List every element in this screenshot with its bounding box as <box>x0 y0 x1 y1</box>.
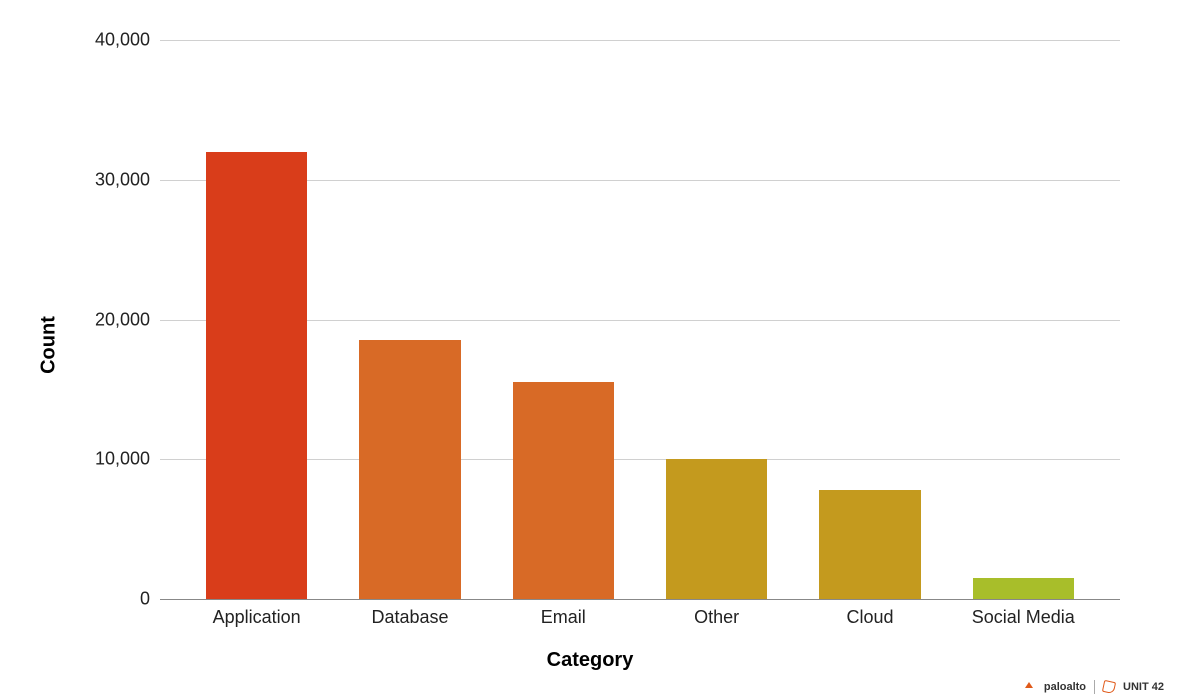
bar-slot: Application <box>180 40 333 599</box>
bar <box>359 340 460 599</box>
x-axis-label: Category <box>547 649 634 672</box>
bar-slot: Social Media <box>947 40 1100 599</box>
bar-slot: Other <box>640 40 793 599</box>
bar <box>206 152 307 599</box>
bar <box>513 382 614 599</box>
y-axis-label: Count <box>37 316 60 374</box>
y-tick-label: 20,000 <box>95 309 160 330</box>
bar-slot: Email <box>487 40 640 599</box>
chart-container: Count ApplicationDatabaseEmailOtherCloud… <box>40 20 1140 670</box>
category-label: Database <box>371 607 448 628</box>
separator-icon <box>1094 680 1095 694</box>
bar <box>819 490 920 599</box>
bars-group: ApplicationDatabaseEmailOtherCloudSocial… <box>160 40 1120 599</box>
category-label: Other <box>694 607 739 628</box>
footer-branding: paloalto UNIT 42 <box>1024 680 1164 694</box>
brand-unit42: UNIT 42 <box>1123 681 1164 693</box>
bar-slot: Database <box>333 40 486 599</box>
y-tick-label: 40,000 <box>95 30 160 51</box>
plot-area: ApplicationDatabaseEmailOtherCloudSocial… <box>160 40 1120 600</box>
paloalto-icon <box>1024 681 1036 693</box>
category-label: Application <box>213 607 301 628</box>
unit42-icon <box>1102 680 1116 694</box>
category-label: Email <box>541 607 586 628</box>
bar-slot: Cloud <box>793 40 946 599</box>
bar <box>666 459 767 599</box>
y-tick-label: 30,000 <box>95 169 160 190</box>
y-tick-label: 0 <box>140 589 160 610</box>
category-label: Social Media <box>972 607 1075 628</box>
bar <box>973 578 1074 599</box>
y-tick-label: 10,000 <box>95 449 160 470</box>
category-label: Cloud <box>846 607 893 628</box>
brand-paloalto: paloalto <box>1044 681 1086 693</box>
